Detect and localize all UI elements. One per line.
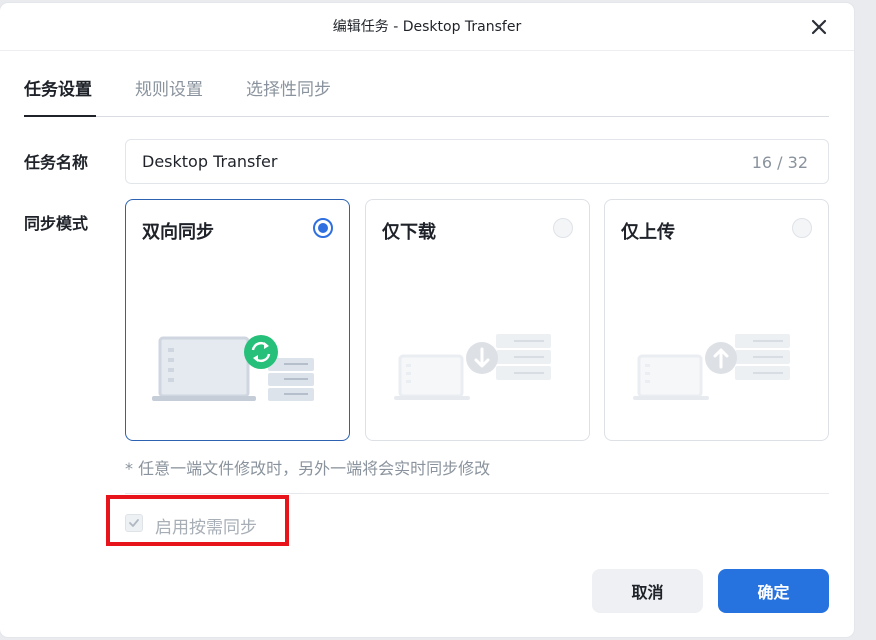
mode-title-upload-only: 仅上传: [621, 222, 675, 243]
confirm-button[interactable]: 确定: [718, 569, 829, 613]
task-name-field[interactable]: 16 / 32: [125, 139, 829, 184]
sync-mode-note: * 任意一端文件修改时，另外一端将会实时同步修改: [125, 459, 491, 478]
char-counter: 16 / 32: [751, 153, 808, 172]
mode-card-two-way[interactable]: 双向同步: [125, 199, 350, 441]
dialog-title: 编辑任务 - Desktop Transfer: [332, 19, 522, 35]
task-name-label: 任务名称: [24, 153, 89, 172]
dialog-titlebar: 编辑任务 - Desktop Transfer: [0, 3, 854, 51]
mode-title-download-only: 仅下载: [382, 222, 436, 243]
sync-mode-label: 同步模式: [24, 214, 89, 233]
section-divider: [125, 493, 829, 494]
radio-upload-only[interactable]: [792, 218, 812, 238]
radio-download-only[interactable]: [553, 218, 573, 238]
mode-title-two-way: 双向同步: [142, 222, 214, 243]
radio-two-way[interactable]: [313, 218, 333, 238]
close-icon: [811, 19, 827, 35]
highlight-box: [106, 495, 289, 546]
mode-card-download-only[interactable]: 仅下载: [365, 199, 590, 441]
upload-only-illustration: [633, 334, 790, 400]
task-name-input[interactable]: [142, 140, 722, 183]
mode-card-upload-only[interactable]: 仅上传: [604, 199, 829, 441]
cancel-button[interactable]: 取消: [592, 569, 703, 613]
close-button[interactable]: [808, 16, 830, 38]
active-tab-indicator: [24, 115, 96, 117]
tab-selective-sync[interactable]: 选择性同步: [246, 75, 331, 100]
tab-bar: 任务设置 规则设置 选择性同步: [24, 63, 829, 117]
tab-rule-settings[interactable]: 规则设置: [135, 75, 203, 100]
tab-task-settings[interactable]: 任务设置: [24, 75, 92, 100]
download-only-illustration: [394, 334, 551, 400]
two-way-sync-illustration: [152, 335, 314, 401]
sync-arrows-icon: [244, 335, 278, 369]
